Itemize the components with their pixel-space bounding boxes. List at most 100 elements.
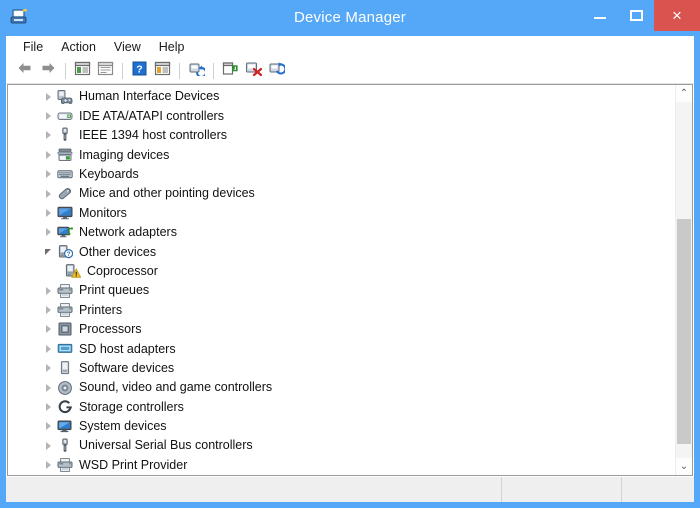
toolbar-separator-3 — [179, 62, 180, 79]
printer-icon — [56, 457, 73, 473]
chevron-right-icon[interactable] — [40, 92, 56, 101]
disable-device-button[interactable] — [242, 60, 264, 81]
close-button[interactable]: × — [654, 0, 700, 31]
tree-item-software-devices[interactable]: Software devices — [8, 358, 675, 377]
console-tree-icon — [74, 61, 91, 81]
tree-item-mice-and-other-pointing-devices[interactable]: Mice and other pointing devices — [8, 184, 675, 203]
update-driver-button[interactable] — [185, 60, 207, 81]
chevron-down-icon[interactable] — [40, 248, 56, 255]
chevron-right-icon[interactable] — [40, 286, 56, 295]
chevron-right-icon[interactable] — [40, 344, 56, 353]
chevron-right-icon[interactable] — [40, 170, 56, 179]
scrollbar-thumb[interactable] — [677, 219, 691, 444]
tree-item-human-interface-devices[interactable]: Human Interface Devices — [8, 87, 675, 106]
tree-item-label: SD host adapters — [79, 341, 176, 356]
minimize-button[interactable] — [582, 0, 618, 31]
tree-item-imaging-devices[interactable]: Imaging devices — [8, 145, 675, 164]
tree-item-label: Coprocessor — [87, 263, 158, 278]
menu-file[interactable]: File — [14, 38, 52, 56]
chevron-right-icon[interactable] — [40, 402, 56, 411]
show-hide-console-tree-button[interactable] — [71, 60, 93, 81]
tree-item-other-devices[interactable]: ? Other devices — [8, 242, 675, 261]
title-bar[interactable]: Device Manager × — [0, 0, 700, 36]
toolbar: ? — [6, 58, 694, 84]
back-arrow-icon — [17, 61, 33, 80]
tree-item-sd-host-adapters[interactable]: SD host adapters — [8, 339, 675, 358]
printer-icon — [56, 302, 73, 318]
ide-controller-icon — [56, 108, 73, 124]
menu-action[interactable]: Action — [52, 38, 105, 56]
status-pane-tertiary — [622, 477, 694, 502]
keyboard-icon — [56, 166, 73, 182]
tree-item-wsd-print-provider[interactable]: WSD Print Provider — [8, 455, 675, 474]
tree-item-universal-serial-bus-controllers[interactable]: Universal Serial Bus controllers — [8, 436, 675, 455]
maximize-icon — [629, 10, 643, 21]
tree-item-coprocessor[interactable]: Coprocessor — [8, 262, 675, 281]
status-bar — [6, 476, 694, 502]
tree-item-label: Human Interface Devices — [79, 89, 220, 104]
toolbar-separator-1 — [65, 62, 66, 79]
tree-item-system-devices[interactable]: System devices — [8, 417, 675, 436]
device-tree-pane: Human Interface Devices IDE ATA/ATAPI co… — [7, 84, 693, 476]
chevron-down-icon: ⌄ — [679, 460, 689, 472]
chevron-right-icon[interactable] — [40, 461, 56, 470]
forward-button[interactable] — [37, 60, 59, 81]
chevron-right-icon[interactable] — [40, 441, 56, 450]
tree-item-label: Imaging devices — [79, 147, 170, 162]
help-button[interactable]: ? — [128, 60, 150, 81]
tree-item-ide-ata-atapi-controllers[interactable]: IDE ATA/ATAPI controllers — [8, 106, 675, 125]
scrollbar-track[interactable] — [676, 102, 692, 458]
chevron-right-icon[interactable] — [40, 305, 56, 314]
tree-item-label: Storage controllers — [79, 399, 184, 414]
tree-item-storage-controllers[interactable]: Storage controllers — [8, 397, 675, 416]
chevron-right-icon[interactable] — [40, 189, 56, 198]
chevron-right-icon[interactable] — [40, 150, 56, 159]
tree-item-keyboards[interactable]: Keyboards — [8, 165, 675, 184]
tree-item-label: Monitors — [79, 205, 127, 220]
tree-item-sound-video-and-game-controllers[interactable]: Sound, video and game controllers — [8, 378, 675, 397]
tree-item-processors[interactable]: Processors — [8, 320, 675, 339]
tree-item-print-queues[interactable]: Print queues — [8, 281, 675, 300]
menu-bar: File Action View Help — [6, 36, 694, 58]
menu-help[interactable]: Help — [150, 38, 194, 56]
chevron-right-icon[interactable] — [40, 228, 56, 237]
forward-arrow-icon — [40, 61, 56, 80]
sd-host-adapter-icon — [56, 341, 73, 357]
tree-item-label: Other devices — [79, 244, 157, 259]
unknown-device-warning-icon — [64, 263, 81, 279]
menu-view[interactable]: View — [105, 38, 150, 56]
status-pane-main — [6, 477, 502, 502]
scan-for-hardware-changes-button[interactable] — [265, 60, 287, 81]
svg-text:?: ? — [66, 252, 70, 258]
caption-button-group: × — [582, 0, 700, 31]
scroll-up-button[interactable]: ⌃ — [676, 85, 692, 102]
status-pane-secondary — [502, 477, 622, 502]
enable-device-icon — [222, 61, 239, 81]
tree-item-label: Keyboards — [79, 167, 139, 181]
chevron-right-icon[interactable] — [40, 422, 56, 431]
chevron-right-icon[interactable] — [40, 112, 56, 121]
tree-item-network-adapters[interactable]: Network adapters — [8, 223, 675, 242]
enable-device-button[interactable] — [219, 60, 241, 81]
vertical-scrollbar[interactable]: ⌃ ⌄ — [675, 85, 692, 475]
client-area: File Action View Help ? Human Interface … — [6, 36, 694, 502]
device-tree[interactable]: Human Interface Devices IDE ATA/ATAPI co… — [8, 87, 675, 475]
properties-window-button[interactable] — [94, 60, 116, 81]
chevron-right-icon[interactable] — [40, 325, 56, 334]
back-button[interactable] — [14, 60, 36, 81]
tree-item-label: Print queues — [79, 283, 150, 298]
chevron-right-icon[interactable] — [40, 131, 56, 140]
tree-item-ieee-1394-host-controllers[interactable]: IEEE 1394 host controllers — [8, 126, 675, 145]
tree-item-label: IDE ATA/ATAPI controllers — [79, 108, 224, 123]
tree-item-monitors[interactable]: Monitors — [8, 203, 675, 222]
device-properties-button[interactable] — [151, 60, 173, 81]
chevron-up-icon: ⌃ — [679, 87, 689, 99]
maximize-button[interactable] — [618, 0, 654, 31]
chevron-right-icon[interactable] — [40, 383, 56, 392]
network-adapter-icon — [56, 224, 73, 240]
chevron-right-icon[interactable] — [40, 209, 56, 218]
tree-item-printers[interactable]: Printers — [8, 300, 675, 319]
chevron-right-icon[interactable] — [40, 364, 56, 373]
scroll-down-button[interactable]: ⌄ — [676, 458, 692, 475]
help-question-icon: ? — [132, 61, 147, 81]
